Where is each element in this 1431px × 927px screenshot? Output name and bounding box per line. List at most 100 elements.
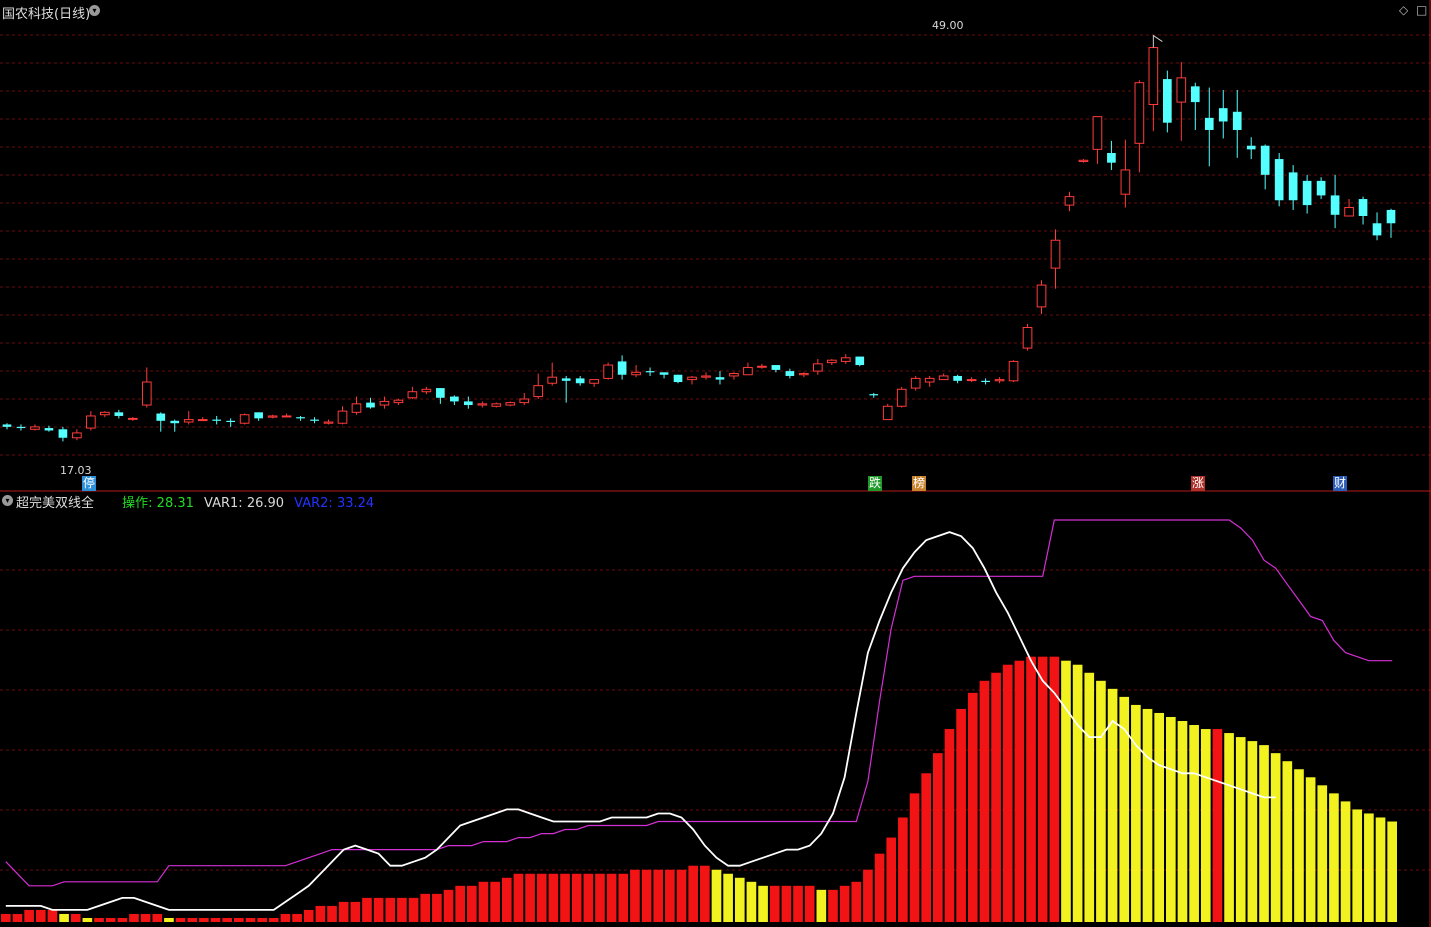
candle-body bbox=[127, 417, 138, 420]
hist-bar bbox=[24, 909, 34, 922]
candle-body bbox=[589, 379, 599, 384]
hist-bar bbox=[443, 889, 454, 922]
hist-bar bbox=[1002, 664, 1013, 922]
indicator-value-2: VAR1: 26.90 bbox=[204, 496, 285, 511]
hist-bar bbox=[1375, 817, 1386, 922]
hist-bar bbox=[967, 692, 978, 922]
candle-body bbox=[156, 413, 166, 421]
candle-body bbox=[1176, 77, 1187, 103]
hist-bar bbox=[292, 913, 302, 922]
candle-body bbox=[729, 373, 739, 377]
marker-rise[interactable]: 涨 bbox=[1191, 476, 1206, 491]
hist-bar bbox=[152, 913, 163, 922]
chevron-down-icon[interactable]: ▾ bbox=[89, 5, 100, 16]
hist-bar bbox=[1352, 809, 1363, 922]
hist-bar bbox=[478, 881, 489, 922]
hist-bar bbox=[1224, 733, 1234, 922]
hist-bar bbox=[1026, 656, 1036, 922]
marker-fall[interactable]: 跌 bbox=[868, 476, 883, 491]
hist-bar bbox=[82, 917, 93, 922]
hist-bar bbox=[991, 672, 1001, 922]
hist-bar bbox=[1364, 813, 1374, 922]
marker-stop[interactable]: 停 bbox=[82, 476, 97, 491]
hist-bar bbox=[280, 913, 291, 922]
hist-bar bbox=[1084, 672, 1095, 922]
hist-bar bbox=[583, 873, 594, 922]
hist-bar bbox=[490, 881, 500, 922]
hist-bar bbox=[688, 865, 698, 922]
hist-bar bbox=[455, 885, 465, 922]
candle-body bbox=[379, 400, 390, 406]
candle-body bbox=[1358, 199, 1368, 217]
candle-body bbox=[561, 378, 571, 381]
hist-bar bbox=[164, 917, 174, 922]
candle-body bbox=[1330, 195, 1340, 215]
candle-body bbox=[1092, 116, 1103, 150]
hist-bar bbox=[1200, 729, 1211, 922]
candle-body bbox=[1232, 111, 1242, 130]
candle-body bbox=[771, 365, 781, 370]
candle-body bbox=[296, 417, 305, 419]
hist-bar bbox=[560, 873, 570, 922]
candle-body bbox=[1204, 117, 1214, 130]
hist-bar bbox=[140, 913, 151, 922]
indicator-value-1: 操作: 28.31 bbox=[122, 496, 194, 511]
candle-body bbox=[603, 364, 613, 379]
candle-body bbox=[547, 376, 558, 384]
candle-body bbox=[212, 419, 222, 421]
marker-finance[interactable]: 财 bbox=[1333, 476, 1348, 491]
hist-bar bbox=[1037, 656, 1048, 922]
candle-body bbox=[226, 420, 236, 423]
chart-canvas[interactable] bbox=[0, 0, 1431, 927]
diamond-icon[interactable]: ◇ bbox=[1399, 3, 1408, 17]
candle-body bbox=[659, 372, 669, 375]
hist-bar bbox=[234, 917, 244, 922]
chart-title-bar: 国农科技(日线) bbox=[2, 3, 90, 22]
hist-bar bbox=[12, 913, 23, 922]
hist-bar bbox=[711, 869, 722, 922]
candle-body bbox=[617, 361, 627, 375]
candle-body bbox=[1022, 326, 1033, 349]
candle-body bbox=[687, 376, 697, 381]
hist-bar bbox=[758, 885, 768, 922]
candle-body bbox=[1064, 196, 1075, 206]
candle-body bbox=[197, 419, 208, 422]
candle-body bbox=[421, 388, 432, 393]
hist-bar bbox=[898, 817, 908, 922]
hist-bar bbox=[863, 869, 873, 922]
hist-bar bbox=[676, 869, 687, 922]
candle-body bbox=[477, 403, 488, 406]
candle-body bbox=[1302, 180, 1312, 206]
hist-bar bbox=[886, 837, 897, 922]
candle-body bbox=[994, 379, 1005, 382]
hist-bar bbox=[1014, 660, 1025, 922]
hist-bar bbox=[1096, 680, 1106, 922]
candle-body bbox=[239, 414, 250, 424]
candle-body bbox=[1386, 209, 1396, 224]
window-square-icon[interactable]: □ bbox=[1416, 3, 1427, 17]
hist-bar bbox=[909, 793, 920, 922]
hist-bar bbox=[700, 865, 710, 922]
marker-rank[interactable]: 榜 bbox=[912, 476, 927, 491]
candle-body bbox=[1107, 152, 1116, 163]
candle-body bbox=[938, 375, 949, 381]
candle-body bbox=[72, 432, 82, 439]
hist-bar bbox=[769, 885, 780, 922]
candle-body bbox=[100, 411, 110, 416]
hist-bar bbox=[734, 877, 745, 922]
hist-bar bbox=[793, 885, 803, 922]
indicator-chevron-icon[interactable]: ▾ bbox=[2, 495, 13, 506]
hist-bar bbox=[746, 881, 757, 922]
hist-bar bbox=[420, 893, 431, 922]
candle-body bbox=[491, 403, 502, 407]
candle-body bbox=[1050, 239, 1061, 269]
candle-body bbox=[1344, 207, 1354, 217]
candle-body bbox=[840, 357, 851, 362]
candle-body bbox=[1246, 145, 1256, 150]
hist-bar bbox=[1329, 793, 1339, 922]
candle-body bbox=[141, 381, 152, 406]
candle-body bbox=[1372, 223, 1382, 236]
hist-bar bbox=[350, 901, 361, 922]
hist-bar bbox=[571, 873, 582, 922]
candle-body bbox=[924, 377, 935, 383]
